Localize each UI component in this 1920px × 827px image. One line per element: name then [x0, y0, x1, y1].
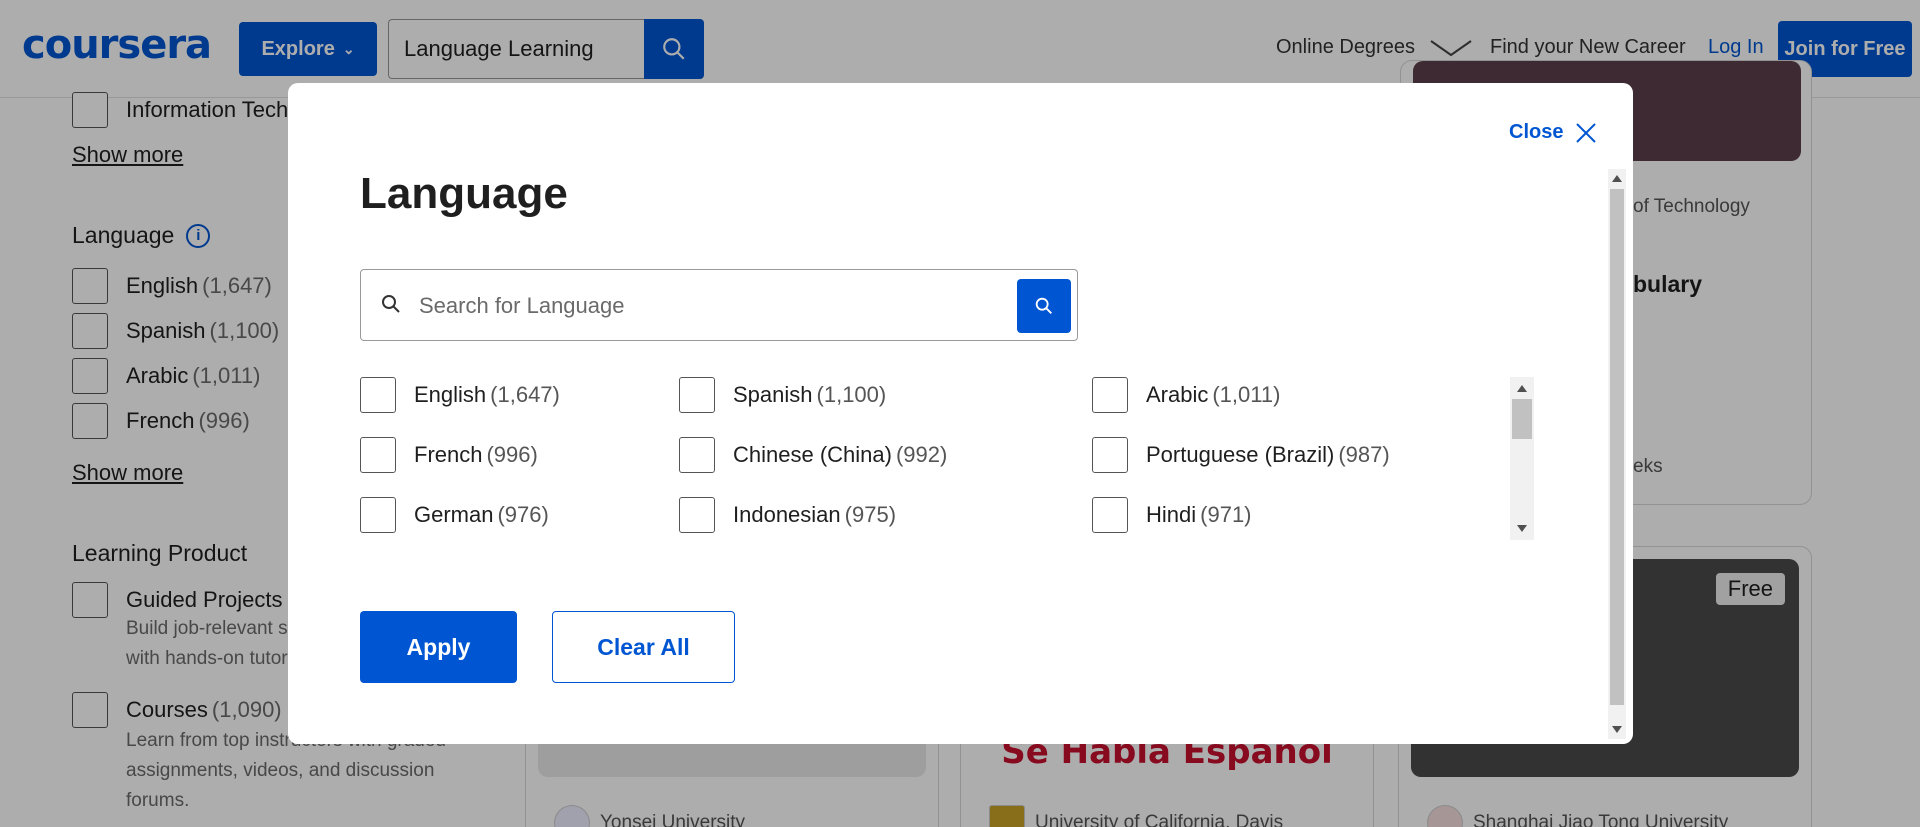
options-scrollbar[interactable] [1510, 377, 1534, 540]
language-option-portuguese-brazil[interactable]: Portuguese (Brazil) (987) [1092, 437, 1390, 473]
checkbox[interactable] [679, 377, 715, 413]
scroll-down-arrow-icon[interactable] [1612, 726, 1622, 733]
language-search-input[interactable] [419, 288, 979, 324]
clear-all-button[interactable]: Clear All [552, 611, 735, 683]
modal-title: Language [360, 169, 568, 218]
scrollbar-thumb[interactable] [1610, 189, 1624, 705]
language-filter-modal: Close Language English(1,647) Spanish(1,… [288, 83, 1633, 744]
option-count: (1,011) [1212, 382, 1281, 407]
scrollbar-thumb[interactable] [1512, 399, 1532, 439]
language-options-list: English (1,647) Spanish (1,100) Arabic (1,0… [360, 377, 1536, 540]
close-button[interactable]: Close [1509, 121, 1597, 144]
option-label: German [414, 502, 494, 527]
option-count: (992) [895, 442, 948, 467]
option-count: (971) [1200, 502, 1252, 527]
apply-button[interactable]: Apply [360, 611, 517, 683]
checkbox[interactable] [679, 497, 715, 533]
option-count: (975) [844, 502, 897, 527]
option-count: (987) [1338, 442, 1390, 467]
option-count: (1,647) [490, 382, 560, 407]
scroll-up-arrow-icon[interactable] [1517, 385, 1527, 392]
option-label: French [414, 442, 483, 467]
option-count: (996) [486, 442, 538, 467]
modal-scrollbar[interactable] [1608, 169, 1626, 739]
close-icon [1576, 122, 1597, 143]
scroll-up-arrow-icon[interactable] [1612, 175, 1622, 182]
language-option-indonesian[interactable]: Indonesian (975) [679, 497, 896, 533]
language-search-button[interactable] [1017, 279, 1071, 333]
language-option-english[interactable]: English (1,647) [360, 377, 560, 413]
checkbox[interactable] [679, 437, 715, 473]
checkbox[interactable] [1092, 437, 1128, 473]
language-option-german[interactable]: German (976) [360, 497, 549, 533]
option-label: Hindi [1146, 502, 1197, 527]
checkbox[interactable] [1092, 497, 1128, 533]
option-count: (976) [497, 502, 549, 527]
language-option-spanish[interactable]: Spanish (1,100) [679, 377, 886, 413]
checkbox[interactable] [360, 437, 396, 473]
option-label: English [414, 382, 487, 407]
option-label: Spanish [733, 382, 813, 407]
language-search-field[interactable] [360, 269, 1078, 341]
scroll-down-arrow-icon[interactable] [1517, 525, 1527, 532]
language-option-arabic[interactable]: Arabic (1,011) [1092, 377, 1280, 413]
checkbox[interactable] [360, 497, 396, 533]
checkbox[interactable] [1092, 377, 1128, 413]
option-count: (1,100) [816, 382, 887, 407]
option-label: Portuguese (Brazil) [1146, 442, 1335, 467]
option-label: Indonesian [733, 502, 841, 527]
search-icon [382, 295, 400, 313]
checkbox[interactable] [360, 377, 396, 413]
option-label: Arabic [1146, 382, 1209, 407]
option-label: Chinese (China) [733, 442, 892, 467]
language-option-french[interactable]: French (996) [360, 437, 538, 473]
close-label: Close [1509, 121, 1564, 143]
language-option-hindi[interactable]: Hindi (971) [1092, 497, 1252, 533]
language-option-chinese-china[interactable]: Chinese (China) (992) [679, 437, 947, 473]
search-icon [1035, 297, 1052, 314]
